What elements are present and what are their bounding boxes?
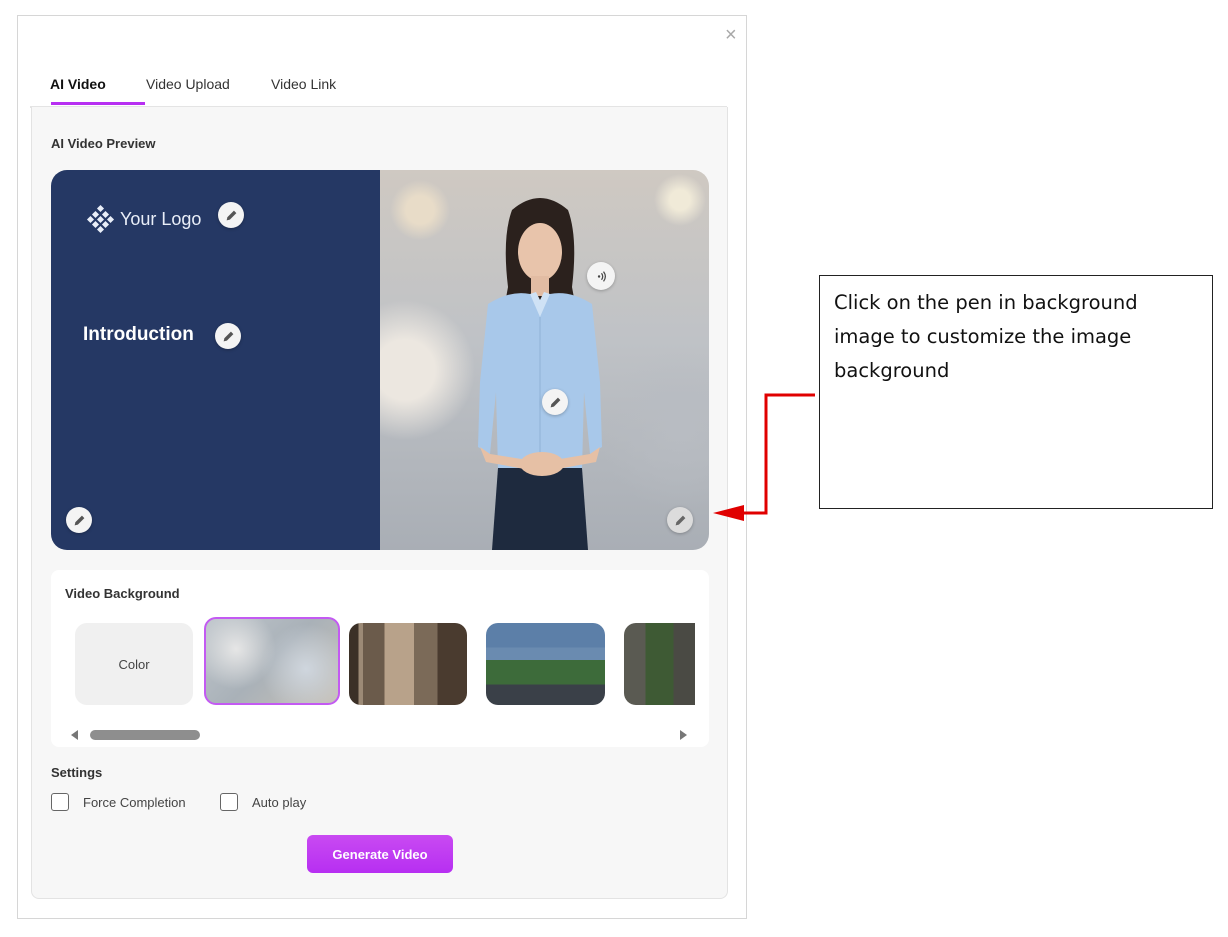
logo-text: Your Logo [120, 208, 202, 229]
annotation-arrow-line [740, 393, 815, 515]
tab-video-upload[interactable]: Video Upload [146, 76, 230, 92]
preview-background-image [380, 170, 709, 550]
annotation-callout: Click on the pen in background image to … [819, 275, 1213, 509]
annotation-text: Click on the pen in background image to … [834, 291, 1138, 382]
color-background-option[interactable]: Color [75, 623, 193, 705]
logo-placeholder: Your Logo [86, 204, 201, 234]
color-option-label: Color [118, 656, 150, 672]
ai-avatar-image [478, 198, 602, 550]
auto-play-label: Auto play [252, 795, 307, 810]
background-thumb-blurred-office[interactable] [204, 617, 340, 705]
tab-ai-video[interactable]: AI Video [50, 76, 106, 92]
force-completion-checkbox[interactable] [51, 793, 69, 811]
edit-title-pen-icon[interactable] [215, 323, 241, 349]
voice-icon[interactable] [587, 262, 615, 290]
background-thumb-garden-wall[interactable] [624, 623, 695, 705]
force-completion-label: Force Completion [83, 795, 186, 810]
tab-bar: AI Video Video Upload Video Link [30, 72, 727, 108]
scroll-left-arrow-icon[interactable] [71, 730, 78, 740]
edit-background-image-pen-icon[interactable] [667, 507, 693, 533]
edit-left-background-pen-icon[interactable] [66, 507, 92, 533]
logo-mark-icon [86, 204, 116, 234]
background-thumb-hallway[interactable] [349, 623, 467, 705]
edit-avatar-pen-icon[interactable] [542, 389, 568, 415]
preview-heading: AI Video Preview [51, 136, 156, 151]
video-background-heading: Video Background [65, 586, 180, 601]
video-preview: Your Logo Introduction [51, 170, 709, 550]
settings-heading: Settings [51, 765, 103, 780]
preview-left-panel: Your Logo Introduction [51, 170, 380, 550]
scroll-right-arrow-icon[interactable] [680, 730, 687, 740]
edit-logo-pen-icon[interactable] [218, 202, 244, 228]
background-thumb-building-with-trees[interactable] [486, 623, 605, 705]
close-icon[interactable]: × [725, 25, 737, 45]
intro-title: Introduction [83, 324, 194, 345]
tab-video-link[interactable]: Video Link [271, 76, 336, 92]
active-tab-indicator [51, 102, 145, 105]
auto-play-checkbox[interactable] [220, 793, 238, 811]
horizontal-scrollbar-thumb[interactable] [90, 730, 200, 740]
generate-video-button[interactable]: Generate Video [307, 835, 453, 873]
